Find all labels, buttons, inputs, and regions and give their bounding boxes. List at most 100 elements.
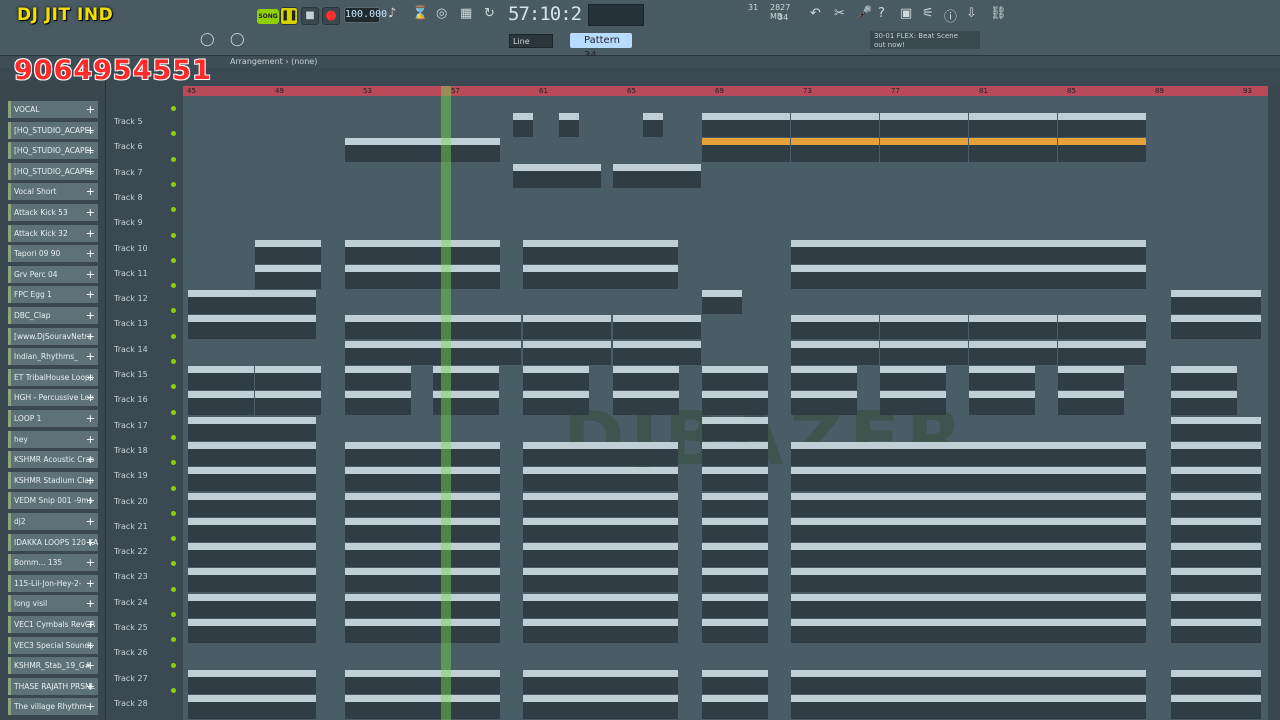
playlist-clip[interactable]: Pattern 27 (1171, 290, 1261, 315)
add-icon[interactable]: + (86, 122, 95, 139)
track-name[interactable]: Track 12 (114, 294, 148, 303)
add-icon[interactable]: + (86, 163, 95, 180)
add-icon[interactable]: + (86, 616, 95, 633)
track-name[interactable]: Track 10 (114, 244, 148, 253)
playlist-clip[interactable]: Pattern 4 (255, 366, 321, 390)
browser-item[interactable]: Vocal Short + (8, 183, 98, 201)
playlist-clip[interactable]: Pattern 16 (188, 315, 316, 340)
add-icon[interactable]: + (86, 657, 95, 674)
help-icon[interactable]: ? (878, 6, 885, 21)
playlist-clip[interactable] (702, 593, 768, 618)
playlist-clip[interactable] (188, 441, 316, 466)
track-name[interactable]: Track 6 (114, 142, 143, 151)
playlist-clip[interactable]: Pattern 4 (523, 366, 589, 390)
track-name[interactable]: Track 22 (114, 547, 148, 556)
add-icon[interactable]: + (86, 204, 95, 221)
browser-item[interactable]: KSHMR_Stab_19_G# + (8, 657, 98, 675)
track-name[interactable]: Track 8 (114, 193, 143, 202)
playlist-clip[interactable] (523, 467, 678, 492)
browser-item[interactable]: The village Rhythm - + (8, 698, 98, 716)
playlist-clip[interactable]: Pattern 5 (613, 391, 679, 416)
track-mute-led[interactable] (171, 308, 176, 314)
playlist-clip[interactable]: Track 4 (consolidated) (791, 138, 879, 163)
playlist-clip[interactable]: Pattern 4 (880, 366, 946, 390)
browser-item[interactable]: THASE RAJATH PRSNL + (8, 677, 98, 695)
track-mute-led[interactable] (171, 536, 176, 542)
playlist-clip[interactable]: Pattern 27 (188, 290, 316, 315)
snap-select[interactable]: Line (509, 34, 553, 48)
mixer-icon[interactable]: ⚟ (922, 6, 934, 21)
playlist-clip[interactable] (188, 593, 316, 618)
playlist-clip[interactable]: Pattern 1 (1058, 315, 1146, 340)
pattern-selector[interactable]: Pattern 34 (570, 33, 632, 61)
undo-icon[interactable]: ↶ (810, 6, 821, 21)
playlist-clip[interactable]: Pattern 5 (791, 391, 857, 416)
playlist-clip[interactable] (1171, 568, 1261, 593)
playlist-clip[interactable]: Track 5 (consolidated) (880, 138, 968, 163)
arrangement-label[interactable]: (none) (291, 57, 317, 66)
track-mute-led[interactable] (171, 662, 176, 668)
track-mute-led[interactable] (171, 333, 176, 339)
track-mute-led[interactable] (171, 586, 176, 592)
track-mute-led[interactable] (171, 637, 176, 643)
playlist-clip[interactable]: Pattern 4 (613, 366, 679, 390)
playlist-clip[interactable] (523, 492, 678, 517)
playlist-clip[interactable]: 3 (345, 694, 500, 719)
playlist-clip[interactable]: 3 (523, 619, 678, 643)
playlist-clip[interactable]: Pattern 2 (880, 340, 968, 365)
playlist-clip[interactable]: 3 (345, 619, 500, 643)
track-mute-led[interactable] (171, 510, 176, 516)
playlist-clip[interactable]: Pattern 5 (188, 391, 254, 416)
playlist-clip[interactable] (188, 492, 316, 517)
track-mute-led[interactable] (171, 283, 176, 289)
playlist-clip[interactable]: Pattern 7 (345, 138, 500, 163)
add-icon[interactable]: + (86, 534, 95, 551)
playlist-clip[interactable] (345, 492, 500, 517)
playlist-clip[interactable] (791, 543, 1146, 568)
playlist-clip[interactable]: Pattern 23 (513, 163, 601, 188)
playlist-clip[interactable]: 3 (523, 669, 678, 694)
playlist-clip[interactable] (559, 113, 579, 137)
browser-item[interactable]: long visil + (8, 595, 98, 613)
track-name[interactable]: Track 17 (114, 421, 148, 430)
track-name[interactable]: Track 28 (114, 699, 148, 708)
timeline-ruler[interactable]: 45 49 53 57 61 65 69 73 77 81 85 89 93 (183, 86, 1268, 96)
track-name[interactable]: Track 19 (114, 471, 148, 480)
playlist-clip[interactable]: Pattern 5 (255, 391, 321, 416)
add-icon[interactable]: + (86, 698, 95, 715)
playlist-clip[interactable]: Pattern 5 (880, 391, 946, 416)
playlist-clip[interactable] (523, 441, 678, 466)
browser-item[interactable]: VEC1 Cymbals RevCR + (8, 616, 98, 633)
playlist-clip[interactable]: Pattern 4 (1171, 366, 1237, 390)
add-icon[interactable]: + (86, 431, 95, 448)
record-button[interactable]: ● (322, 7, 340, 25)
tempo-display[interactable]: 100.000 (344, 7, 387, 23)
playlist-clip[interactable] (523, 264, 678, 289)
playlist-clip[interactable]: 3 (188, 694, 316, 719)
playlist-clip[interactable] (1171, 517, 1261, 542)
add-icon[interactable]: + (86, 266, 95, 283)
playlist-clip[interactable]: Pattern 5 (523, 391, 589, 416)
playlist-clip[interactable] (1171, 543, 1261, 568)
playlist-clip[interactable] (523, 593, 678, 618)
playlist-clip[interactable]: 3 (188, 619, 316, 643)
track-name[interactable]: Track 26 (114, 648, 148, 657)
playlist-clip[interactable]: Pattern 2 (613, 340, 701, 365)
playlist-clip[interactable]: Track 1 (consolidated) (880, 113, 968, 137)
playlist-clip[interactable]: Pattern 5 (969, 391, 1035, 416)
browser-item[interactable]: [HQ_STUDIO_ACAPEL + (8, 142, 98, 160)
loop-record-icon[interactable]: ↻ (484, 6, 495, 21)
wait-icon[interactable]: ⌛ (412, 6, 428, 21)
browser-item[interactable]: DBC_Clap + (8, 307, 98, 324)
playlist-clip[interactable]: 3 (1171, 694, 1261, 719)
add-icon[interactable]: + (86, 472, 95, 489)
playlist-clip[interactable] (791, 239, 1146, 264)
playlist-clip[interactable]: Track 4 (consolidated) (1058, 138, 1146, 163)
playhead[interactable] (441, 86, 451, 720)
add-icon[interactable]: + (86, 101, 95, 118)
browser-item[interactable]: KSHMR Acoustic Cras + (8, 451, 98, 469)
playlist-clip[interactable]: Pattern 1 (345, 315, 433, 340)
playlist-clip[interactable]: 3 (702, 694, 768, 719)
add-icon[interactable]: + (86, 183, 95, 200)
playlist-clip[interactable] (1171, 593, 1261, 618)
